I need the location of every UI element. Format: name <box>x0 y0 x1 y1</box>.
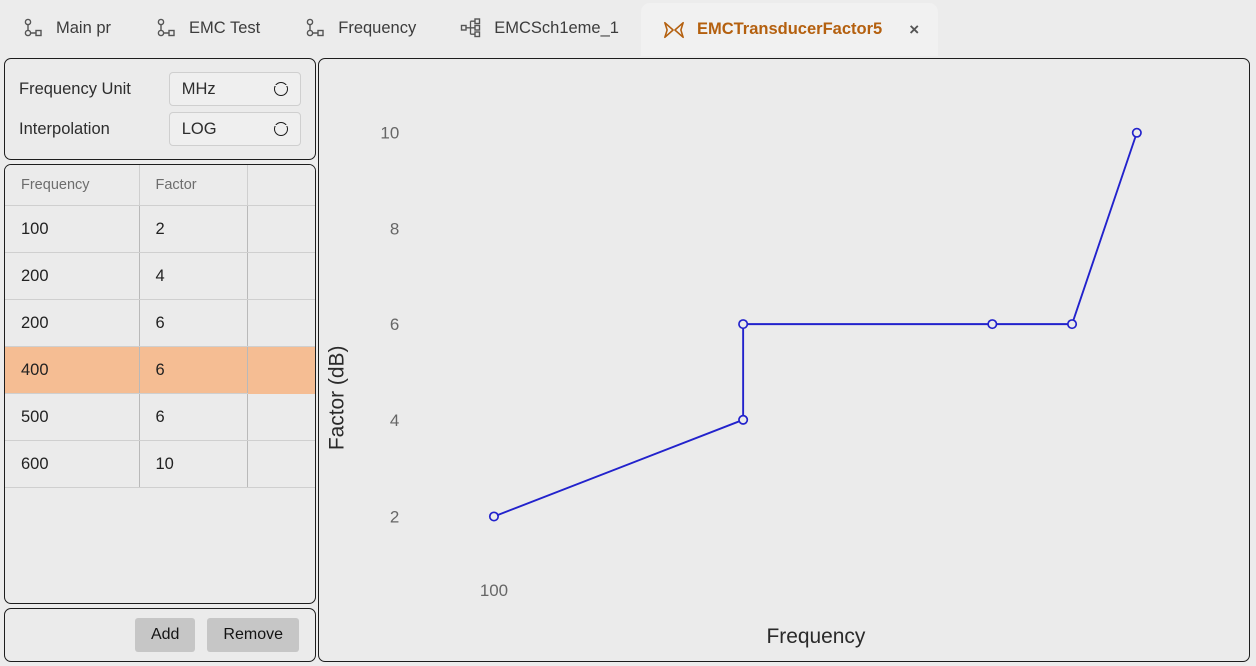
tab-label: EMCSch1eme_1 <box>494 18 619 37</box>
cell-frequency[interactable]: 200 <box>5 299 140 347</box>
add-button[interactable]: Add <box>134 618 196 652</box>
cell-factor[interactable]: 4 <box>139 252 248 300</box>
cell-frequency[interactable]: 100 <box>5 205 140 253</box>
settings-panel: Frequency Unit MHz Interpolation LOG <box>4 58 316 160</box>
tab-emcsch1eme-1[interactable]: EMCSch1eme_1 <box>438 3 641 53</box>
tab-label: Main pr <box>56 18 112 37</box>
series-line <box>493 132 1138 518</box>
transducer-factor-chart[interactable]: Factor (dB) 10 8 6 4 2 100 Frequency <box>319 59 1249 661</box>
x-tick-label: 100 <box>480 581 508 600</box>
table-row[interactable]: 200 4 <box>5 252 315 300</box>
interpolation-label: Interpolation <box>19 119 110 138</box>
butterfly-icon <box>663 19 685 41</box>
remove-button[interactable]: Remove <box>207 618 299 652</box>
chevron-down-icon <box>272 122 290 136</box>
y-axis-label: Factor (dB) <box>325 346 348 451</box>
y-tick-label: 4 <box>390 411 399 430</box>
frequency-unit-value: MHz <box>181 79 216 98</box>
chart-panel[interactable]: Factor (dB) 10 8 6 4 2 100 Frequency <box>318 58 1250 662</box>
cell-factor[interactable]: 6 <box>139 393 248 441</box>
frequency-unit-row: Frequency Unit MHz <box>19 69 301 109</box>
y-tick-label: 10 <box>380 124 399 143</box>
frequency-unit-label: Frequency Unit <box>19 79 131 98</box>
node-tree-icon <box>155 17 177 39</box>
left-column: Frequency Unit MHz Interpolation LOG Fre… <box>4 58 316 662</box>
tab-emctransducerfactor5[interactable]: EMCTransducerFactor5 × <box>640 3 939 56</box>
cell-empty <box>247 346 315 394</box>
cell-frequency[interactable]: 600 <box>5 440 140 488</box>
table-row[interactable]: 100 2 <box>5 205 315 253</box>
data-point-marker[interactable] <box>987 319 998 330</box>
chevron-down-icon <box>272 82 290 96</box>
tab-label: Frequency <box>338 18 417 37</box>
data-point-marker[interactable] <box>738 319 749 330</box>
cell-frequency[interactable]: 400 <box>5 346 140 394</box>
cell-factor[interactable]: 6 <box>139 299 248 347</box>
cell-empty <box>247 299 315 347</box>
cell-factor[interactable]: 6 <box>139 346 248 394</box>
tab-label: EMCTransducerFactor5 <box>696 20 883 39</box>
frequency-factor-table-panel: Frequency Factor 100 2 200 4 200 6 400 6… <box>4 164 316 604</box>
cell-frequency[interactable]: 500 <box>5 393 140 441</box>
cell-empty <box>247 205 315 253</box>
interpolation-value: LOG <box>181 119 217 138</box>
cell-factor[interactable]: 2 <box>139 205 248 253</box>
y-tick-label: 6 <box>390 315 399 334</box>
x-axis-label: Frequency <box>766 625 865 648</box>
column-header-frequency[interactable]: Frequency <box>5 165 140 206</box>
column-header-empty <box>247 165 315 206</box>
cell-factor[interactable]: 10 <box>139 440 248 488</box>
node-tree-icon <box>22 17 44 39</box>
table-row[interactable]: 200 6 <box>5 299 315 347</box>
data-point-marker[interactable] <box>738 414 749 425</box>
cell-empty <box>247 252 315 300</box>
cell-empty <box>247 393 315 441</box>
data-point-marker[interactable] <box>1131 127 1142 138</box>
cell-empty <box>247 440 315 488</box>
tab-main-pr[interactable]: Main pr <box>0 3 133 53</box>
tab-frequency[interactable]: Frequency <box>282 3 438 53</box>
y-tick-label: 2 <box>390 507 399 526</box>
tab-emc-test[interactable]: EMC Test <box>133 3 282 53</box>
interpolation-select[interactable]: LOG <box>168 112 301 146</box>
table-actions-panel: Add Remove <box>4 608 316 662</box>
schematic-nodes-icon <box>460 17 482 39</box>
data-point-marker[interactable] <box>1067 319 1078 330</box>
table-row[interactable]: 600 10 <box>5 440 315 488</box>
node-tree-icon <box>304 17 326 39</box>
interpolation-row: Interpolation LOG <box>19 109 301 149</box>
frequency-factor-table: Frequency Factor 100 2 200 4 200 6 400 6… <box>5 165 315 488</box>
table-row-selected[interactable]: 400 6 <box>5 346 315 394</box>
y-tick-label: 8 <box>390 219 399 238</box>
frequency-unit-select[interactable]: MHz <box>168 72 301 106</box>
tab-bar: Main pr EMC Test Frequency EMCSch1eme_1 … <box>0 0 1256 56</box>
cell-frequency[interactable]: 200 <box>5 252 140 300</box>
table-header-row: Frequency Factor <box>5 165 315 206</box>
tab-label: EMC Test <box>189 18 261 37</box>
data-point-marker[interactable] <box>488 511 499 522</box>
table-row[interactable]: 500 6 <box>5 393 315 441</box>
close-icon[interactable]: × <box>904 20 924 40</box>
column-header-factor[interactable]: Factor <box>139 165 248 206</box>
